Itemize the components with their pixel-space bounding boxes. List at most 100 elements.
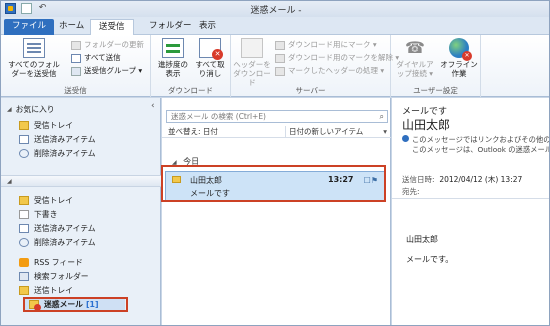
window-title: 迷惑メール - bbox=[250, 6, 302, 16]
inbox-icon bbox=[19, 121, 29, 130]
process-marked-headers-label: マークしたヘッダーの処理 ▾ bbox=[288, 66, 385, 75]
unmark-download-label: ダウンロード用のマークを解除 ▾ bbox=[288, 53, 400, 62]
outbox-icon bbox=[19, 286, 29, 295]
update-folder-label: フォルダーの更新 bbox=[84, 40, 144, 49]
cancel-all-icon bbox=[199, 38, 223, 60]
expand-triangle-icon: ◢ bbox=[7, 106, 12, 113]
group-label-server: サーバー bbox=[295, 86, 326, 95]
download-headers-label: ヘッダーをダウンロード bbox=[233, 60, 271, 87]
collapse-nav-icon[interactable]: ‹ bbox=[151, 101, 155, 111]
fav-deleted-label: 削除済みアイテム bbox=[34, 149, 96, 158]
folder-deleted[interactable]: 削除済みアイテム bbox=[19, 236, 96, 249]
download-headers-button[interactable]: ヘッダーをダウンロード bbox=[233, 38, 271, 87]
reading-pane: メールです 山田太郎 このメッセージではリンクおよびその他の機能 このメッセージ… bbox=[392, 98, 550, 325]
update-folder-button[interactable]: フォルダーの更新 bbox=[71, 40, 144, 50]
work-offline-button[interactable]: オフライン作業 bbox=[439, 38, 479, 78]
sent-icon bbox=[19, 224, 29, 233]
title-bar: ↶ 迷惑メール - bbox=[1, 1, 549, 17]
folder-inbox-label: 受信トレイ bbox=[34, 196, 73, 205]
tab-view[interactable]: 表示 bbox=[191, 19, 224, 35]
ribbon: すべてのフォルダーを送受信 フォルダーの更新 すべて送信 送受信グループ ▾ 送… bbox=[1, 35, 549, 97]
fav-inbox[interactable]: 受信トレイ bbox=[19, 119, 73, 132]
globe-offline-icon bbox=[449, 38, 472, 61]
account-header[interactable]: ◢ bbox=[1, 175, 161, 187]
show-progress-label: 進捗度の表示 bbox=[158, 60, 188, 78]
send-all-button[interactable]: すべて送信 bbox=[71, 53, 121, 63]
folder-outbox-label: 送信トレイ bbox=[34, 286, 73, 295]
send-receive-all-label: すべてのフォルダーを送受信 bbox=[8, 60, 60, 78]
to-label: 宛先: bbox=[402, 187, 420, 196]
show-progress-button[interactable]: 進捗度の表示 bbox=[155, 38, 191, 78]
search-input[interactable]: 迷惑メール の検索 (Ctrl+E) ⌕ bbox=[166, 110, 388, 123]
expand-triangle-icon: ◢ bbox=[7, 178, 12, 185]
folder-search-label: 検索フォルダー bbox=[34, 272, 89, 281]
outlook-window: ↶ 迷惑メール - ファイル ホーム 送受信 フォルダー 表示 すべてのフォルダ… bbox=[0, 0, 550, 326]
dial-up-button[interactable]: ☎ ダイヤルアップ接続 ▾ bbox=[395, 38, 435, 78]
deleted-icon bbox=[19, 149, 29, 158]
send-all-icon bbox=[71, 53, 81, 63]
ribbon-tabs: ファイル ホーム 送受信 フォルダー 表示 bbox=[1, 17, 549, 36]
fav-deleted[interactable]: 削除済みアイテム bbox=[19, 147, 96, 160]
process-marked-headers-button[interactable]: マークしたヘッダーの処理 ▾ bbox=[275, 66, 384, 76]
favorites-header[interactable]: ◢ お気に入り bbox=[7, 103, 55, 116]
fav-inbox-label: 受信トレイ bbox=[34, 121, 73, 130]
tab-send-receive[interactable]: 送受信 bbox=[90, 19, 134, 36]
update-folder-icon bbox=[71, 40, 81, 50]
dial-up-label: ダイヤルアップ接続 ▾ bbox=[396, 60, 434, 78]
navigation-pane: ‹ ◢ お気に入り 受信トレイ 送信済みアイテム 削除済みアイテム ◢ 受信トレ… bbox=[1, 98, 161, 325]
info-icon bbox=[402, 135, 409, 142]
folder-inbox[interactable]: 受信トレイ bbox=[19, 194, 73, 207]
folder-sent[interactable]: 送信済みアイテム bbox=[19, 222, 96, 235]
folder-search[interactable]: 検索フォルダー bbox=[19, 270, 89, 283]
search-placeholder: 迷惑メール の検索 (Ctrl+E) bbox=[171, 112, 266, 121]
fav-sent-label: 送信済みアイテム bbox=[34, 135, 96, 144]
sort-by-button[interactable]: 並べ替え: 日付 bbox=[168, 126, 218, 137]
sort-arrow-icon[interactable]: ▾ bbox=[383, 126, 387, 137]
mark-to-download-button[interactable]: ダウンロード用にマーク ▾ bbox=[275, 40, 377, 50]
info-line-1: このメッセージではリンクおよびその他の機能 bbox=[412, 135, 550, 144]
group-server: ヘッダーをダウンロード ダウンロード用にマーク ▾ ダウンロード用のマークを解除… bbox=[231, 35, 399, 97]
send-receive-groups-label: 送受信グループ ▾ bbox=[84, 66, 143, 75]
folder-deleted-label: 削除済みアイテム bbox=[34, 238, 96, 247]
tab-file[interactable]: ファイル bbox=[4, 19, 55, 35]
folder-rss[interactable]: RSS フィード bbox=[19, 256, 83, 269]
group-send-receive: すべてのフォルダーを送受信 フォルダーの更新 すべて送信 送受信グループ ▾ 送… bbox=[1, 35, 151, 97]
sent-value: 2012/04/12 (木) 13:27 bbox=[439, 175, 523, 184]
folder-drafts-label: 下書き bbox=[34, 210, 58, 219]
mark-to-download-label: ダウンロード用にマーク ▾ bbox=[288, 40, 377, 49]
cancel-all-label: すべて取り消し bbox=[195, 60, 225, 78]
header-divider bbox=[392, 198, 549, 199]
group-label-send-receive: 送受信 bbox=[64, 86, 87, 95]
body-line-1: 山田太郎 bbox=[406, 235, 438, 244]
tab-home[interactable]: ホーム bbox=[51, 19, 92, 35]
info-line-2: このメッセージは、Outlook の迷惑メール bbox=[412, 145, 550, 154]
group-preferences: ☎ ダイヤルアップ接続 ▾ オフライン作業 ユーザー設定 bbox=[391, 35, 481, 97]
drafts-icon bbox=[19, 210, 29, 219]
download-headers-icon bbox=[241, 38, 263, 58]
folder-outbox[interactable]: 送信トレイ bbox=[19, 284, 73, 297]
reading-from: 山田太郎 bbox=[402, 118, 451, 132]
fav-sent[interactable]: 送信済みアイテム bbox=[19, 133, 96, 146]
search-icon[interactable]: ⌕ bbox=[380, 111, 384, 122]
message-list: 迷惑メール の検索 (Ctrl+E) ⌕ 並べ替え: 日付 日付の新しいアイテム… bbox=[162, 98, 391, 325]
send-receive-groups-button[interactable]: 送受信グループ ▾ bbox=[71, 66, 142, 76]
deleted-icon bbox=[19, 238, 29, 247]
message-callout bbox=[161, 165, 386, 202]
info-bar[interactable]: このメッセージではリンクおよびその他の機能 このメッセージは、Outlook の… bbox=[402, 135, 550, 155]
send-all-label: すべて送信 bbox=[84, 53, 121, 62]
unmark-download-button[interactable]: ダウンロード用のマークを解除 ▾ bbox=[275, 53, 399, 63]
phone-icon: ☎ bbox=[405, 38, 425, 57]
mark-to-download-icon bbox=[275, 40, 285, 50]
send-receive-all-button[interactable]: すべてのフォルダーを送受信 bbox=[5, 38, 63, 78]
process-marked-headers-icon bbox=[275, 66, 285, 76]
inbox-icon bbox=[19, 196, 29, 205]
sort-order-button[interactable]: 日付の新しいアイテム bbox=[285, 126, 363, 137]
cancel-all-button[interactable]: すべて取り消し bbox=[192, 38, 228, 78]
favorites-label: お気に入り bbox=[15, 105, 55, 114]
send-receive-groups-icon bbox=[71, 66, 81, 76]
rss-icon bbox=[19, 258, 29, 267]
folder-drafts[interactable]: 下書き bbox=[19, 208, 57, 221]
message-meta: 送信日時: 2012/04/12 (木) 13:27 宛先: bbox=[402, 174, 522, 198]
group-label-download: ダウンロード bbox=[168, 86, 213, 95]
search-folder-icon bbox=[19, 272, 29, 281]
